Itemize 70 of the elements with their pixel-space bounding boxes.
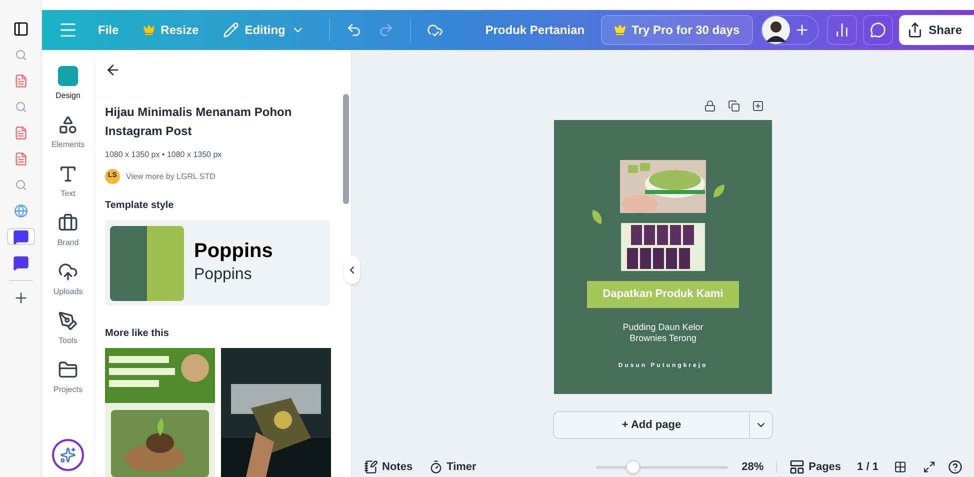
upload-icon: [58, 262, 78, 282]
menu-button[interactable]: Editing: [222, 21, 306, 39]
menu-button[interactable]: Resize: [142, 21, 199, 39]
nav-tab[interactable]: Text: [44, 162, 92, 202]
pencil-icon: [222, 22, 239, 38]
share-icon: [906, 22, 923, 38]
nav-tab[interactable]: Brand: [44, 211, 92, 251]
undo-icon[interactable]: [346, 22, 362, 38]
bar-chart-icon: [834, 22, 850, 38]
add-icon[interactable]: [752, 100, 764, 112]
add-icon[interactable]: [12, 290, 28, 306]
help-icon[interactable]: [948, 459, 962, 475]
back-icon[interactable]: [105, 62, 121, 78]
document-icon[interactable]: [14, 74, 28, 88]
document-icon[interactable]: [14, 152, 28, 166]
heading-font: Poppins: [194, 239, 273, 263]
folder-icon: [58, 360, 78, 380]
avatar-icon[interactable]: [762, 16, 790, 44]
notes-icon: [364, 460, 378, 474]
nav-tab[interactable]: Tools: [44, 309, 92, 349]
menu-button[interactable]: File: [98, 21, 119, 39]
zoom-thumb[interactable]: [626, 460, 640, 474]
comment-button[interactable]: [862, 15, 893, 45]
try-pro-button[interactable]: Try Pro for 30 days: [600, 15, 753, 45]
pages-button[interactable]: Pages: [788, 458, 842, 476]
author-link[interactable]: View more by LGRL STD: [126, 170, 216, 182]
crown-icon: [142, 24, 155, 36]
cloud-icon[interactable]: [427, 22, 444, 38]
lock-icon[interactable]: [704, 100, 716, 112]
insights-button[interactable]: [826, 15, 857, 45]
nav-tab[interactable]: Projects: [44, 358, 92, 398]
template-title: Hijau Minimalis Menanam Pohon Instagram Post: [105, 104, 293, 140]
nav-tab[interactable]: Elements: [44, 113, 92, 153]
section-heading: More like this: [105, 327, 170, 341]
grid-icon[interactable]: [894, 460, 908, 474]
scrollbar[interactable]: [343, 94, 349, 204]
shapes-icon: [58, 115, 78, 135]
comment-icon: [870, 22, 886, 38]
pages-icon: [788, 459, 805, 475]
design-text: Pudding Daun Kelor: [622, 322, 704, 332]
page-counter: 1 / 1: [857, 460, 878, 475]
timer-button[interactable]: Timer: [428, 458, 476, 476]
chat-icon[interactable]: [12, 254, 28, 270]
notes-button[interactable]: Notes: [364, 458, 413, 476]
collapse-handle[interactable]: [344, 256, 360, 284]
design-text: Brownies Terong: [630, 332, 696, 344]
headline-banner: Dapatkan Produk Kami: [586, 281, 740, 308]
add-collaborator-icon[interactable]: [794, 22, 810, 38]
duplicate-icon[interactable]: [728, 100, 740, 112]
template-size: 1080 x 1350 px • 1080 x 1350 px: [105, 149, 223, 161]
fullscreen-icon[interactable]: [923, 460, 936, 474]
timer-icon: [428, 460, 443, 474]
share-button[interactable]: Share: [898, 15, 974, 45]
nav-tab[interactable]: Uploads: [44, 260, 92, 300]
chat-icon[interactable]: [12, 228, 28, 244]
style-card[interactable]: Poppins Poppins: [105, 220, 330, 306]
nav-tab[interactable]: Design: [44, 64, 92, 104]
sparkle-icon: [60, 447, 76, 463]
layout-icon: [58, 66, 78, 86]
crown-icon: [614, 24, 626, 36]
body-font: Poppins: [194, 265, 253, 285]
zoom-reading: 28%: [742, 460, 764, 475]
text-icon: [58, 164, 78, 184]
briefcase-icon: [58, 213, 78, 233]
magic-button[interactable]: [52, 439, 84, 471]
section-heading: Template style: [105, 199, 175, 213]
document-title[interactable]: Produk Pertanian: [485, 21, 585, 39]
pen-icon: [58, 311, 78, 331]
document-icon[interactable]: [14, 126, 28, 140]
panel-icon[interactable]: [12, 20, 28, 36]
